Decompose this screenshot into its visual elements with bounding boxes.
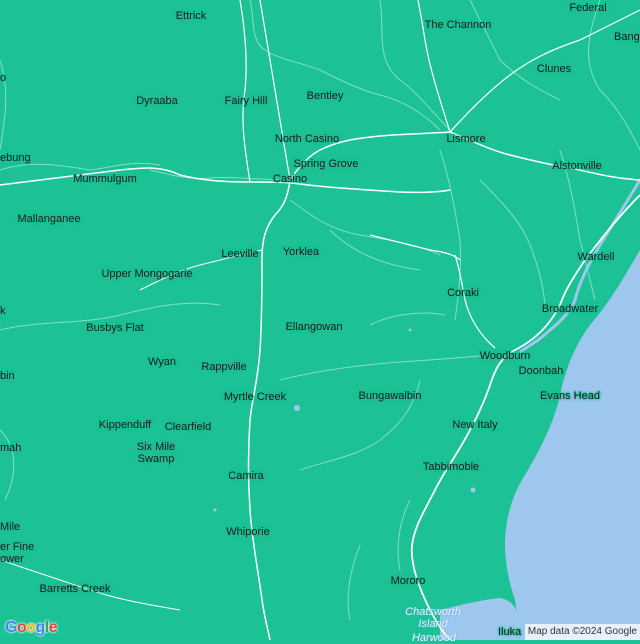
place-label[interactable]: Upper Mongogarie [92,268,202,280]
place-label[interactable]: Mummulgum [73,173,137,185]
place-label[interactable]: ebung [0,152,31,164]
place-label[interactable]: Yorklea [283,246,319,258]
place-label[interactable]: Leeville [221,248,258,260]
place-label[interactable]: Ellangowan [286,321,343,333]
place-label[interactable]: Wardell [578,251,615,263]
place-label[interactable]: Federal [569,2,606,14]
place-label[interactable]: Woodburn [480,350,531,362]
place-label[interactable]: Rappville [201,361,246,373]
place-label[interactable]: Busbys Flat [86,322,143,334]
map-attribution[interactable]: Map data ©2024 Google [524,624,640,640]
place-label[interactable]: Mile [0,521,20,533]
lake [213,508,217,512]
place-label[interactable]: Ettrick [176,10,207,22]
place-label[interactable]: Clearfield [165,421,211,433]
place-label[interactable]: Fairy Hill [225,95,268,107]
place-label[interactable]: bin [0,370,15,382]
lake [470,487,476,493]
place-label[interactable]: mah [0,442,21,454]
lake [408,328,412,332]
place-label[interactable]: Camira [228,470,263,482]
place-label[interactable]: Kippenduff [99,419,151,431]
place-label[interactable]: Chatsworth Island [398,606,468,630]
place-label[interactable]: o [0,72,6,84]
place-label[interactable]: Clunes [537,63,571,75]
place-label[interactable]: Tabbimoble [423,461,479,473]
place-label[interactable]: Dyraaba [136,95,178,107]
place-label[interactable]: Whiporie [226,526,269,538]
place-label[interactable]: Alstonville [552,160,602,172]
place-label[interactable]: er Fine [0,541,34,553]
place-label[interactable]: Lismore [446,133,485,145]
place-label[interactable]: k [0,305,6,317]
place-label[interactable]: Mororo [391,575,426,587]
place-label[interactable]: Harwood [412,632,456,644]
place-label[interactable]: Bentley [307,90,344,102]
place-label[interactable]: Casino [273,173,307,185]
place-label[interactable]: Myrtle Creek [224,391,286,403]
place-label[interactable]: Bungawalbin [359,390,422,402]
place-label[interactable]: Broadwater [542,303,598,315]
place-label[interactable]: Doonbah [519,365,564,377]
place-label[interactable]: Barretts Creek [40,583,111,595]
place-label[interactable]: Banga [614,31,640,43]
place-label[interactable]: Iluka [498,626,521,638]
google-logo[interactable]: Google [5,619,58,637]
place-label[interactable]: North Casino [275,133,339,145]
place-label[interactable]: Spring Grove [294,158,359,170]
place-label[interactable]: Coraki [447,287,479,299]
place-label[interactable]: New Italy [452,419,497,431]
place-label[interactable]: Mallanganee [18,213,81,225]
place-label[interactable]: Wyan [148,356,176,368]
place-label[interactable]: Six Mile Swamp [126,441,186,465]
place-label[interactable]: ower [0,553,24,565]
lake [294,405,300,411]
place-label[interactable]: The Channon [425,19,492,31]
place-label[interactable]: Evans Head [540,390,600,402]
